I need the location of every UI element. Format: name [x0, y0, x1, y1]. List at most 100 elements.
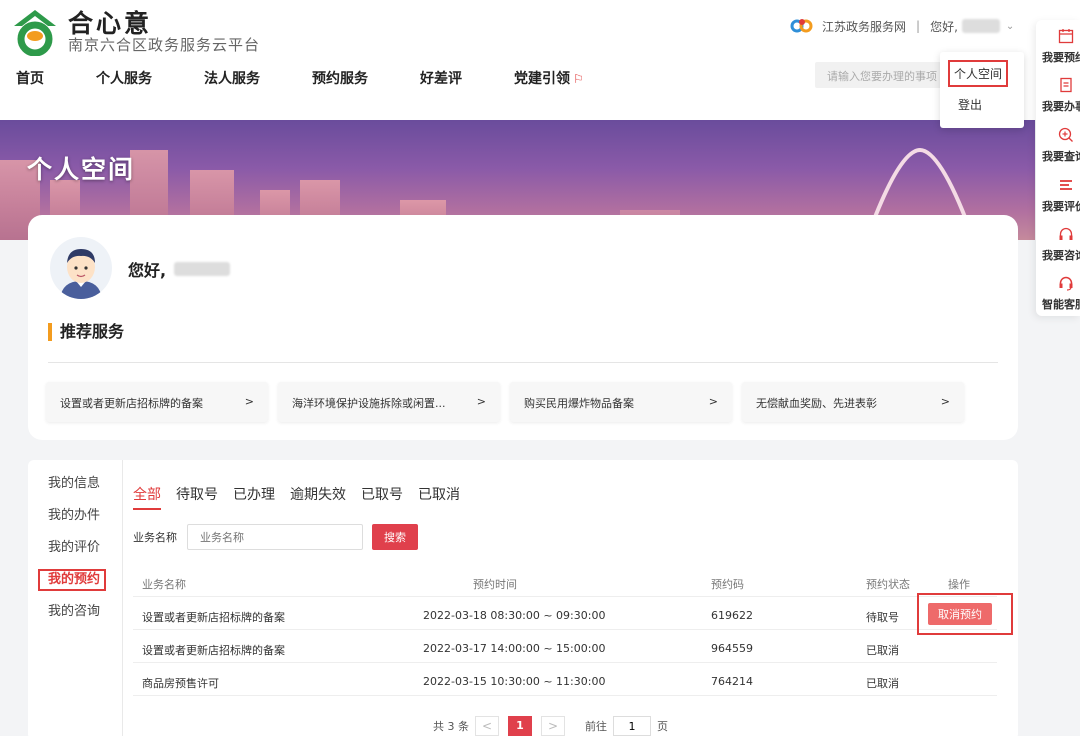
- business-name-input[interactable]: [187, 524, 363, 550]
- float-label: 我要办事: [1042, 100, 1080, 113]
- column-header: 预约码: [711, 578, 744, 591]
- appointments-panel: 我的信息 我的办件 我的评价 我的预约 我的咨询 全部 待取号 已办理 逾期失效…: [28, 460, 1018, 736]
- side-item-my-consultations[interactable]: 我的咨询: [38, 604, 122, 636]
- float-rate[interactable]: 我要评价: [1042, 177, 1080, 214]
- chevron-right-icon: >: [476, 395, 486, 408]
- list-icon: [1060, 180, 1072, 190]
- divider: |: [916, 19, 921, 33]
- calendar-icon: [1058, 29, 1074, 44]
- recommend-item[interactable]: 海洋环境保护设施拆除或闲置... >: [278, 382, 500, 422]
- page-number[interactable]: 1: [508, 716, 532, 736]
- prev-page-button[interactable]: <: [475, 716, 499, 736]
- float-appointment[interactable]: 我要预约: [1042, 28, 1080, 65]
- table-row: 商品房预售许可 2022-03-15 10:30:00 ~ 11:30:00 7…: [133, 663, 997, 696]
- chevron-down-icon[interactable]: ⌄: [1006, 21, 1014, 32]
- column-header: 预约状态: [866, 578, 910, 591]
- search-button[interactable]: 搜索: [372, 524, 418, 550]
- float-handle-affairs[interactable]: 我要办事: [1042, 77, 1080, 114]
- side-menu: 我的信息 我的办件 我的评价 我的预约 我的咨询: [38, 476, 122, 636]
- recommend-item-label: 购买民用爆炸物品备案: [524, 397, 634, 409]
- header: 合心意 南京六合区政务服务云平台 首页 个人服务 法人服务 预约服务 好差评 党…: [0, 0, 1080, 120]
- recommend-item[interactable]: 设置或者更新店招标牌的备案 >: [46, 382, 268, 422]
- profile-card: 您好, 推荐服务 设置或者更新店招标牌的备案 > 海洋环境保护设施拆除或闲置..…: [28, 215, 1018, 440]
- nav-appointment-services[interactable]: 预约服务: [312, 68, 368, 88]
- float-label: 我要查询: [1042, 150, 1080, 163]
- recommend-item[interactable]: 购买民用爆炸物品备案 >: [510, 382, 732, 422]
- menu-logout[interactable]: 登出: [958, 96, 982, 113]
- floating-toolbar: 我要预约 我要办事 我要查询 我要评价 我要咨询 智能客服: [1036, 20, 1080, 316]
- nav-home[interactable]: 首页: [16, 68, 44, 88]
- cell-name: 商品房预售许可: [142, 677, 219, 690]
- float-label: 我要评价: [1042, 200, 1080, 213]
- nav-rating[interactable]: 好差评: [420, 68, 462, 88]
- tab-expired[interactable]: 逾期失效: [290, 484, 346, 510]
- cell-code: 964559: [711, 642, 753, 655]
- tab-cancelled[interactable]: 已取消: [418, 484, 460, 510]
- appointments-table: 业务名称 预约时间 预约码 预约状态 操作 设置或者更新店招标牌的备案 2022…: [133, 567, 1013, 696]
- nav-personal-services[interactable]: 个人服务: [96, 68, 152, 88]
- float-label: 智能客服: [1042, 298, 1080, 311]
- masked-username: [961, 19, 1000, 33]
- side-item-my-ratings[interactable]: 我的评价: [38, 540, 122, 572]
- top-bar: 江苏政务服务网 | 您好, ⌄: [790, 16, 1014, 36]
- page-unit: 页: [657, 720, 668, 733]
- table-header: 业务名称 预约时间 预约码 预约状态 操作: [133, 567, 997, 597]
- divider: [48, 362, 998, 363]
- nav-corporate-services[interactable]: 法人服务: [204, 68, 260, 88]
- total-count: 共 3 条: [433, 720, 469, 733]
- nav-party-building[interactable]: 党建引领 ⚐: [514, 68, 584, 88]
- brand-subtitle: 南京六合区政务服务云平台: [68, 36, 261, 54]
- chevron-right-icon: >: [708, 395, 718, 408]
- user-dropdown: 个人空间 登出: [940, 52, 1024, 128]
- menu-personal-space[interactable]: 个人空间: [948, 60, 1009, 87]
- float-ai-service[interactable]: 智能客服: [1042, 275, 1080, 312]
- divider: [122, 460, 123, 736]
- chevron-right-icon: >: [940, 395, 950, 408]
- float-consult[interactable]: 我要咨询: [1042, 226, 1080, 263]
- page-title: 个人空间: [27, 155, 136, 184]
- recommend-item-label: 无偿献血奖励、先进表彰: [756, 397, 877, 409]
- portal-link[interactable]: 江苏政务服务网: [822, 18, 906, 35]
- document-icon: [1060, 77, 1072, 93]
- recommend-title: 推荐服务: [48, 323, 124, 341]
- avatar: [50, 237, 112, 299]
- column-header: 预约时间: [473, 578, 517, 591]
- side-item-my-cases[interactable]: 我的办件: [38, 508, 122, 540]
- status-tabs: 全部 待取号 已办理 逾期失效 已取号 已取消: [133, 484, 460, 510]
- side-item-my-info[interactable]: 我的信息: [38, 476, 122, 508]
- next-page-button[interactable]: >: [541, 716, 565, 736]
- recommend-item[interactable]: 无偿献血奖励、先进表彰 >: [742, 382, 964, 422]
- headset-icon: [1059, 227, 1073, 240]
- masked-username: [174, 262, 231, 276]
- cell-name: 设置或者更新店招标牌的备案: [142, 644, 285, 657]
- goto-label: 前往: [585, 720, 607, 733]
- recommend-item-label: 设置或者更新店招标牌的备案: [60, 397, 203, 409]
- tab-taken[interactable]: 已取号: [361, 484, 403, 510]
- goto-page-input[interactable]: [613, 716, 651, 736]
- side-item-my-appointments[interactable]: 我的预约: [38, 569, 122, 604]
- tab-handled[interactable]: 已办理: [233, 484, 275, 510]
- cell-time: 2022-03-17 14:00:00 ~ 15:00:00: [423, 642, 606, 655]
- profile-greeting-text: 您好,: [128, 261, 167, 280]
- status-badge: 已取消: [866, 677, 899, 690]
- cell-code: 619622: [711, 609, 753, 622]
- tab-all[interactable]: 全部: [133, 484, 161, 510]
- cancel-appointment-button[interactable]: 取消预约: [928, 603, 992, 625]
- float-label: 我要预约: [1042, 51, 1080, 64]
- cell-code: 764214: [711, 675, 753, 688]
- profile-greeting: 您好,: [128, 257, 231, 281]
- side-item-my-appointments-label: 我的预约: [38, 569, 107, 591]
- user-avatar-icon: [60, 249, 102, 299]
- main-nav: 首页 个人服务 法人服务 预约服务 好差评 党建引领 ⚐: [16, 68, 636, 88]
- recommend-list: 设置或者更新店招标牌的备案 > 海洋环境保护设施拆除或闲置... > 购买民用爆…: [46, 382, 964, 422]
- tab-pending[interactable]: 待取号: [176, 484, 218, 510]
- cell-time: 2022-03-15 10:30:00 ~ 11:30:00: [423, 675, 606, 688]
- customer-service-icon: [1059, 276, 1073, 291]
- column-header: 操作: [948, 578, 970, 591]
- status-badge: 待取号: [866, 611, 899, 624]
- search-input[interactable]: 请输入您要办理的事项: [815, 62, 955, 88]
- user-greeting[interactable]: 您好,: [930, 18, 958, 35]
- search-icon: [1058, 127, 1073, 142]
- float-query[interactable]: 我要查询: [1042, 127, 1080, 164]
- cell-time: 2022-03-18 08:30:00 ~ 09:30:00: [423, 609, 606, 622]
